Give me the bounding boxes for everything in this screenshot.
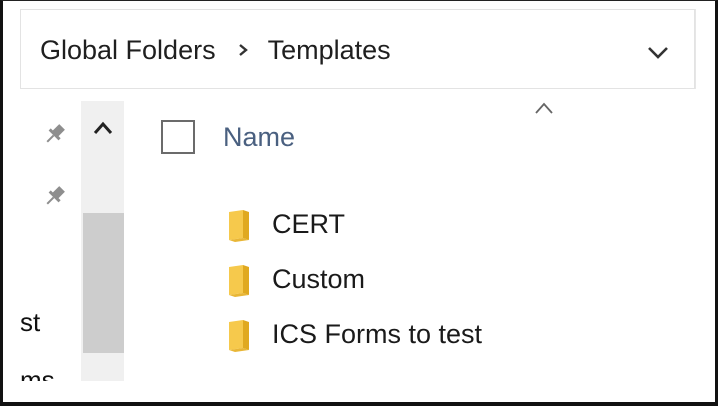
file-name: ICS Forms to test bbox=[272, 319, 483, 349]
file-name: Custom bbox=[272, 264, 366, 294]
pin-icon[interactable] bbox=[42, 121, 68, 147]
folder-icon bbox=[229, 264, 249, 297]
breadcrumb-item-templates[interactable]: Templates bbox=[268, 35, 391, 66]
column-header-row: Name bbox=[161, 117, 295, 157]
select-all-checkbox[interactable] bbox=[161, 120, 195, 154]
chevron-down-icon[interactable] bbox=[644, 38, 672, 66]
breadcrumb: Global Folders Templates bbox=[40, 30, 391, 70]
column-header-name[interactable]: Name bbox=[223, 122, 295, 153]
file-list: CERT Custom ICS Forms to test bbox=[225, 197, 482, 362]
nav-item-label[interactable]: st bbox=[20, 307, 40, 338]
folder-icon bbox=[229, 319, 249, 352]
nav-scrollbar[interactable] bbox=[81, 101, 124, 381]
list-item[interactable]: Custom bbox=[225, 252, 482, 307]
list-item[interactable]: CERT bbox=[225, 197, 482, 252]
explorer-window: Global Folders Templates st ms Name CERT… bbox=[0, 0, 718, 406]
chevron-right-icon[interactable] bbox=[236, 42, 250, 58]
folder-icon bbox=[229, 209, 249, 242]
nav-item-label[interactable]: ms bbox=[20, 365, 55, 381]
navigation-pane: st ms bbox=[6, 101, 124, 381]
chevron-up-icon[interactable] bbox=[89, 115, 117, 141]
pin-icon[interactable] bbox=[42, 183, 68, 209]
file-name: CERT bbox=[272, 209, 346, 239]
scroll-thumb[interactable] bbox=[83, 213, 124, 353]
list-item[interactable]: ICS Forms to test bbox=[225, 307, 482, 362]
address-bar[interactable]: Global Folders Templates bbox=[20, 9, 695, 89]
breadcrumb-item-global-folders[interactable]: Global Folders bbox=[40, 35, 216, 66]
divider bbox=[695, 9, 696, 89]
sort-ascending-icon[interactable] bbox=[531, 99, 557, 117]
